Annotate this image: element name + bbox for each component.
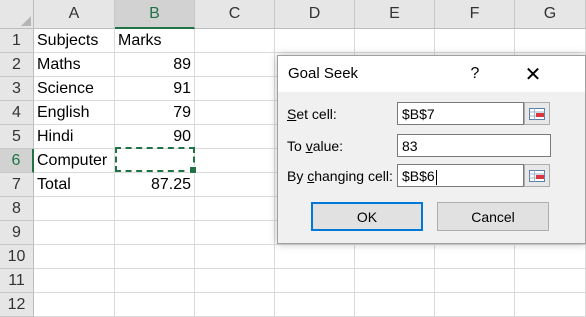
set-cell-label-rest: et cell: (296, 106, 337, 122)
row-header-1[interactable]: 1 (0, 29, 34, 53)
cell-a7[interactable]: Total (34, 173, 115, 197)
to-value-label: To value: (287, 138, 343, 154)
cell-a5[interactable]: Hindi (34, 125, 115, 149)
help-button[interactable]: ? (463, 62, 487, 86)
cell-a6[interactable]: Computer (34, 149, 115, 173)
column-header-g[interactable]: G (515, 0, 586, 29)
empty-cell[interactable] (355, 269, 435, 293)
empty-cell[interactable] (115, 269, 195, 293)
row-header-9[interactable]: 9 (0, 221, 34, 245)
empty-cell[interactable] (115, 197, 195, 221)
set-cell-label: Set cell: (287, 106, 337, 122)
row-header-4[interactable]: 4 (0, 101, 34, 125)
column-header-a[interactable]: A (34, 0, 115, 29)
empty-cell[interactable] (195, 77, 275, 101)
empty-cell[interactable] (275, 269, 355, 293)
cell-b5[interactable]: 90 (115, 125, 195, 149)
text-caret (435, 169, 437, 185)
changing-cell-label-pre: By (287, 168, 308, 184)
empty-cell[interactable] (195, 53, 275, 77)
set-cell-input[interactable]: $B$7 (397, 102, 524, 125)
cell-a4[interactable]: English (34, 101, 115, 125)
row-header-10[interactable]: 10 (0, 245, 34, 269)
cell-b2[interactable]: 89 (115, 53, 195, 77)
select-all-triangle-icon (21, 16, 31, 26)
empty-cell[interactable] (355, 29, 435, 53)
goal-seek-dialog: Goal Seek ? ✕ Set cell: $B$7 To value: 8… (277, 55, 586, 244)
close-button[interactable]: ✕ (518, 60, 548, 88)
to-value-label-rest: alue: (312, 138, 344, 154)
empty-cell[interactable] (195, 245, 275, 269)
cell-a3[interactable]: Science (34, 77, 115, 101)
row-header-5[interactable]: 5 (0, 125, 34, 149)
row-header-12[interactable]: 12 (0, 293, 34, 317)
cell-a1[interactable]: Subjects (34, 29, 115, 53)
dialog-title: Goal Seek (288, 65, 359, 82)
empty-cell[interactable] (515, 293, 586, 317)
column-header-d[interactable]: D (275, 0, 355, 29)
select-all-corner[interactable] (0, 0, 34, 29)
empty-cell[interactable] (355, 293, 435, 317)
empty-cell[interactable] (435, 293, 515, 317)
cell-b7[interactable]: 87.25 (115, 173, 195, 197)
column-header-e[interactable]: E (355, 0, 435, 29)
cancel-button[interactable]: Cancel (437, 202, 549, 231)
empty-cell[interactable] (195, 125, 275, 149)
empty-cell[interactable] (435, 269, 515, 293)
cell-b6[interactable] (115, 149, 195, 173)
cell-b4[interactable]: 79 (115, 101, 195, 125)
row-header-6[interactable]: 6 (0, 149, 34, 173)
empty-cell[interactable] (195, 293, 275, 317)
empty-cell[interactable] (195, 149, 275, 173)
range-selector-icon (529, 107, 545, 120)
empty-cell[interactable] (355, 245, 435, 269)
empty-cell[interactable] (195, 221, 275, 245)
empty-cell[interactable] (34, 245, 115, 269)
empty-cell[interactable] (195, 101, 275, 125)
empty-cell[interactable] (435, 29, 515, 53)
empty-cell[interactable] (115, 221, 195, 245)
to-value-input[interactable]: 83 (397, 134, 551, 157)
changing-cell-value: $B$6 (402, 168, 435, 184)
cell-b3[interactable]: 91 (115, 77, 195, 101)
empty-cell[interactable] (435, 245, 515, 269)
empty-cell[interactable] (275, 293, 355, 317)
column-header-f[interactable]: F (435, 0, 515, 29)
empty-cell[interactable] (34, 197, 115, 221)
empty-cell[interactable] (195, 173, 275, 197)
changing-cell-label-rest: hanging cell: (314, 168, 393, 184)
cell-a2[interactable]: Maths (34, 53, 115, 77)
range-selector-icon (529, 169, 545, 182)
empty-cell[interactable] (515, 29, 586, 53)
empty-cell[interactable] (195, 197, 275, 221)
empty-cell[interactable] (115, 245, 195, 269)
empty-cell[interactable] (195, 269, 275, 293)
row-header-8[interactable]: 8 (0, 197, 34, 221)
row-header-2[interactable]: 2 (0, 53, 34, 77)
empty-cell[interactable] (34, 293, 115, 317)
cell-b1[interactable]: Marks (115, 29, 195, 53)
column-header-b[interactable]: B (115, 0, 195, 29)
empty-cell[interactable] (195, 29, 275, 53)
dialog-titlebar[interactable]: Goal Seek ? ✕ (278, 56, 585, 92)
column-header-c[interactable]: C (195, 0, 275, 29)
empty-cell[interactable] (275, 29, 355, 53)
set-cell-access-key: S (287, 106, 297, 122)
empty-cell[interactable] (515, 245, 586, 269)
row-header-7[interactable]: 7 (0, 173, 34, 197)
to-value-access-key: v (305, 138, 313, 154)
to-value-label-pre: To (287, 138, 306, 154)
changing-cell-collapse-button[interactable] (524, 164, 550, 187)
changing-cell-input[interactable]: $B$6 (397, 164, 524, 187)
empty-cell[interactable] (115, 293, 195, 317)
empty-cell[interactable] (34, 221, 115, 245)
empty-cell[interactable] (275, 245, 355, 269)
ok-button[interactable]: OK (311, 202, 423, 231)
empty-cell[interactable] (515, 269, 586, 293)
row-header-3[interactable]: 3 (0, 77, 34, 101)
set-cell-collapse-button[interactable] (524, 102, 550, 125)
changing-cell-label: By changing cell: (287, 168, 393, 184)
empty-cell[interactable] (34, 269, 115, 293)
row-header-11[interactable]: 11 (0, 269, 34, 293)
